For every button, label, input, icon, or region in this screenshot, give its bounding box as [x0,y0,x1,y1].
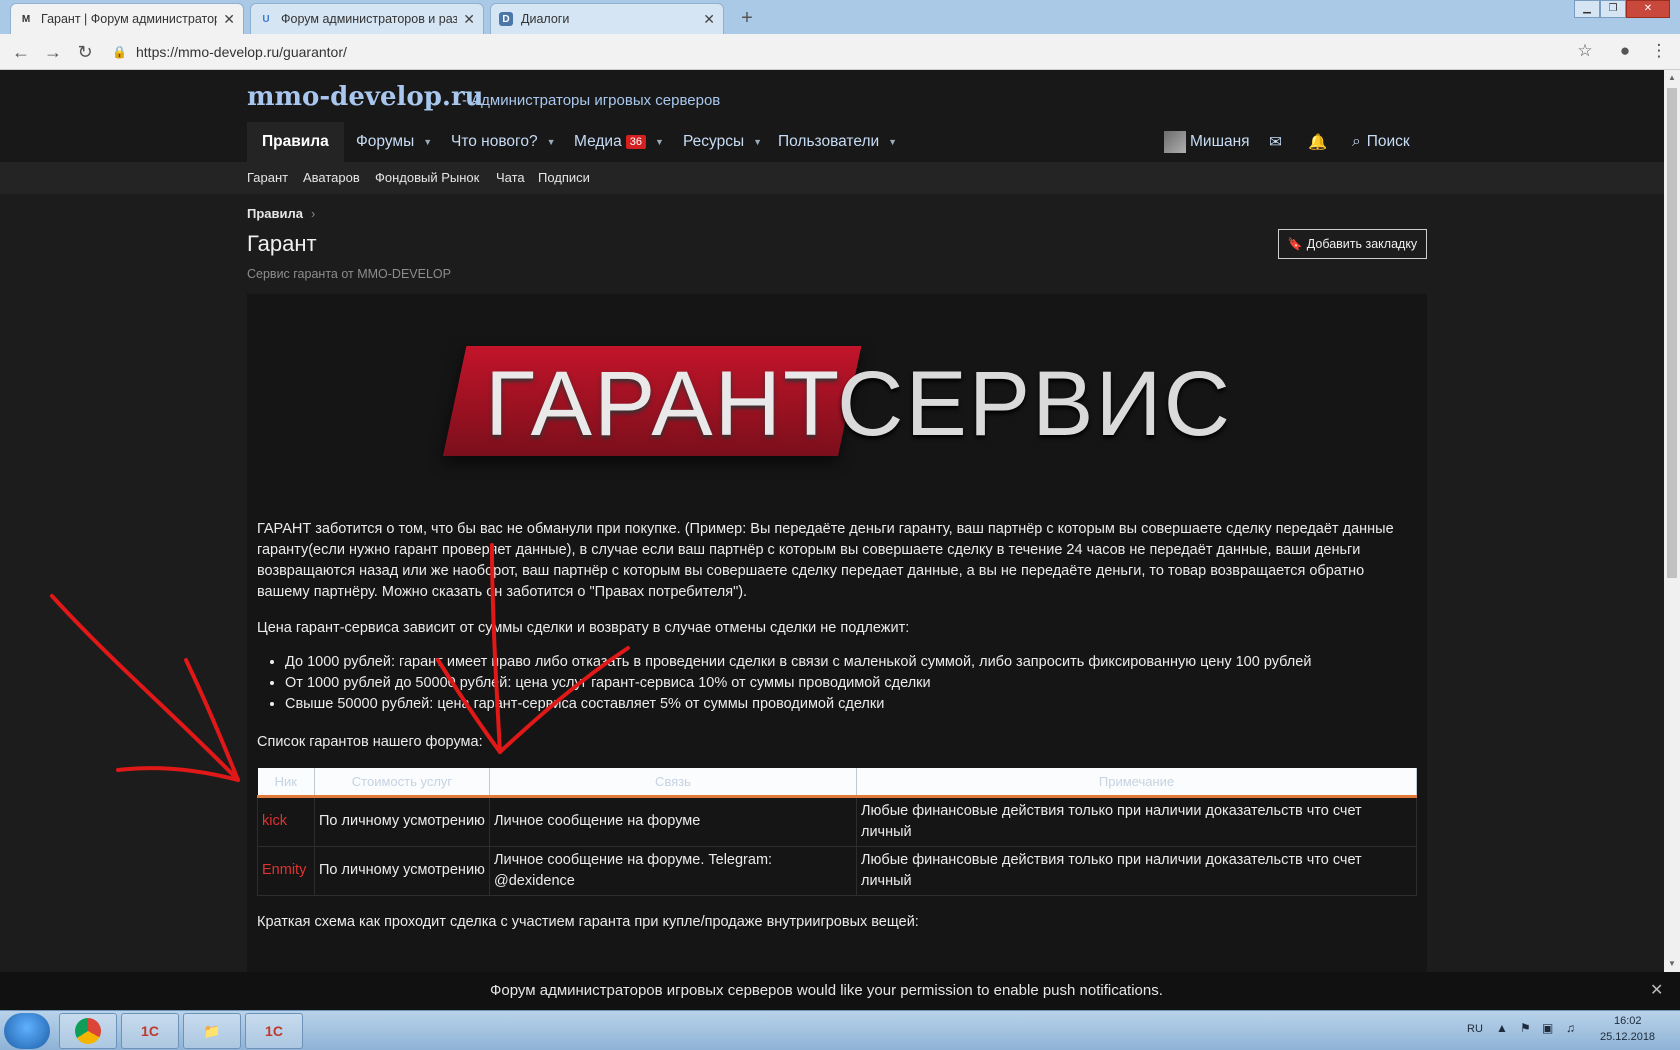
push-notification-text: Форум администраторов игровых серверов w… [490,982,1163,999]
annotation-arrow-left-shaft [50,594,240,782]
page-scrollbar[interactable]: ▲ ▼ [1664,70,1680,972]
annotation-arrow-center-head-b [498,646,630,754]
tray-arrow-icon[interactable]: ▲ [1496,1021,1508,1035]
scrollbar-thumb[interactable] [1667,88,1677,578]
network-icon[interactable]: ▣ [1542,1021,1553,1035]
language-indicator[interactable]: RU [1467,1023,1483,1035]
red-annotation-arrows [50,543,630,782]
chrome-taskbar-icon[interactable] [59,1013,117,1049]
scroll-down-icon[interactable]: ▼ [1664,956,1680,972]
clock-date[interactable]: 25.12.2018 [1600,1031,1655,1043]
volume-icon[interactable]: ♫ [1566,1021,1575,1035]
clock-time[interactable]: 16:02 [1614,1015,1642,1027]
annotation-arrow-left-head-b [116,766,240,782]
windows-taskbar: 1С 📁 1С RU ▲ ⚑ ▣ ♫ 16:02 25.12.2018 [0,1010,1680,1050]
close-icon[interactable]: ✕ [1650,980,1663,1000]
1c-taskbar-icon[interactable]: 1С [121,1013,179,1049]
annotation-arrow-left-head-a [184,658,240,782]
explorer-taskbar-icon[interactable]: 📁 [183,1013,241,1049]
chrome-logo-icon [75,1018,101,1044]
annotation-arrow-center-shaft [490,543,502,754]
windows-start-button[interactable] [4,1013,50,1049]
annotation-arrow-center-head-a [436,658,502,754]
1c-taskbar-icon[interactable]: 1С [245,1013,303,1049]
scroll-up-icon[interactable]: ▲ [1664,70,1680,86]
push-notification-bar: Форум администраторов игровых серверов w… [0,972,1680,1010]
action-center-flag-icon[interactable]: ⚑ [1520,1021,1531,1035]
